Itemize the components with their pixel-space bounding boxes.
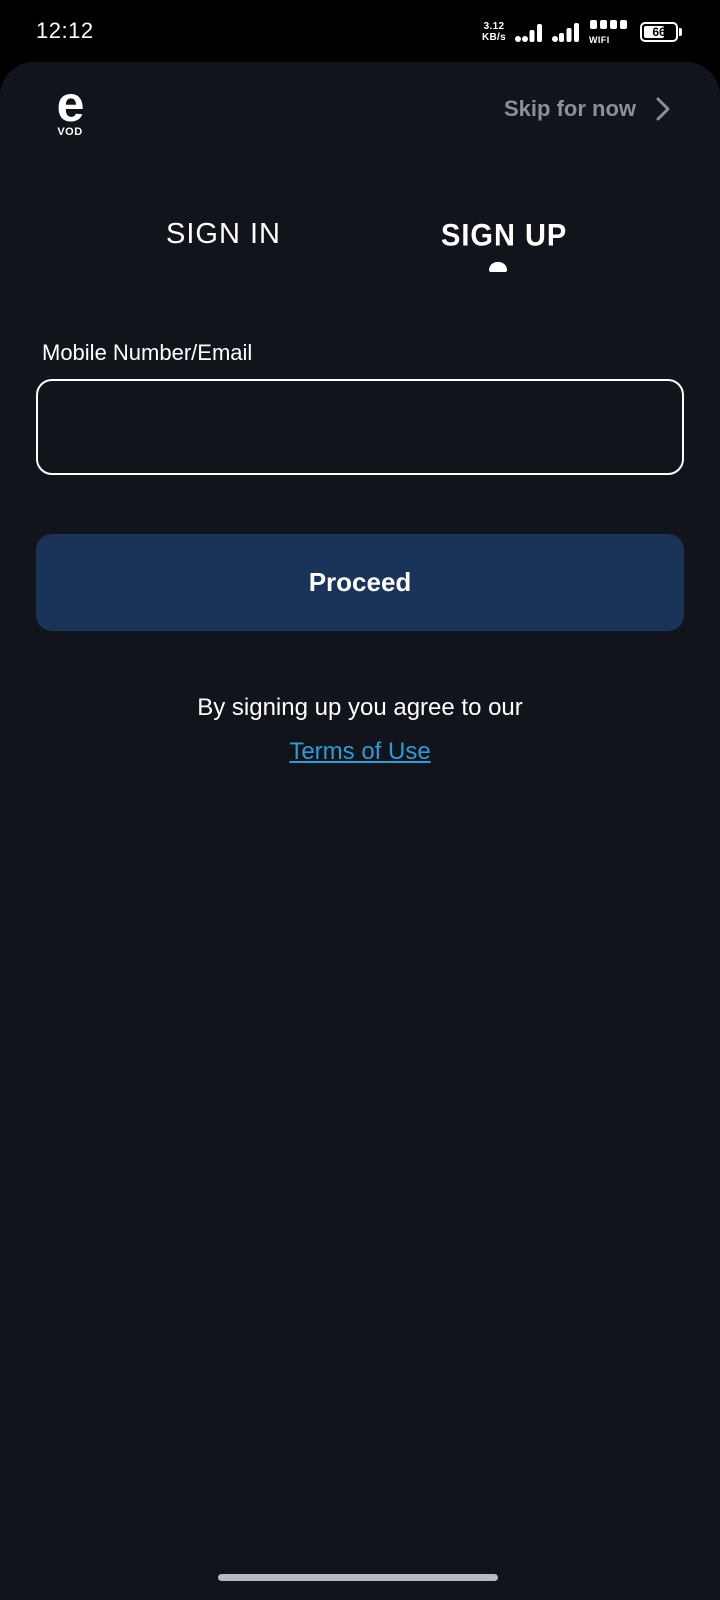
wifi-icon: WIFI xyxy=(589,19,629,45)
signal-sim2-icon xyxy=(552,21,582,43)
tab-sign-in[interactable]: SIGN IN xyxy=(166,218,281,251)
tab-sign-up[interactable]: SIGN UP xyxy=(441,218,567,254)
terms-link-row: Terms of Use xyxy=(0,738,720,766)
app-logo: e VOD xyxy=(48,76,92,138)
home-indicator[interactable] xyxy=(218,1574,498,1581)
proceed-button[interactable]: Proceed xyxy=(36,534,684,631)
network-speed-value: 3.12 xyxy=(483,21,505,32)
network-speed: 3.12 KB/s xyxy=(482,21,506,43)
terms-of-use-link[interactable]: Terms of Use xyxy=(289,738,430,765)
mobile-email-label: Mobile Number/Email xyxy=(42,340,253,365)
status-time: 12:12 xyxy=(36,18,94,43)
wifi-label: WIFI xyxy=(589,35,610,45)
app-sheet: e VOD Skip for now SIGN IN SIGN UP Mobil… xyxy=(0,62,720,1600)
signal-sim1-icon xyxy=(515,21,545,43)
status-icons: 3.12 KB/s WIFI 66 xyxy=(482,18,682,46)
battery-icon: 66 xyxy=(640,22,682,42)
logo-letter: e xyxy=(56,76,85,132)
mobile-email-input[interactable] xyxy=(36,379,684,475)
skip-for-now-button[interactable]: Skip for now xyxy=(504,96,670,122)
chevron-right-icon xyxy=(656,97,670,121)
logo-subtitle: VOD xyxy=(57,126,83,138)
status-bar: 12:12 3.12 KB/s WIFI 66 xyxy=(0,0,720,64)
skip-label: Skip for now xyxy=(504,96,636,121)
agreement-text: By signing up you agree to our xyxy=(197,694,523,721)
battery-level: 66 xyxy=(652,25,666,39)
active-tab-indicator xyxy=(489,262,507,272)
network-speed-unit: KB/s xyxy=(482,32,506,43)
